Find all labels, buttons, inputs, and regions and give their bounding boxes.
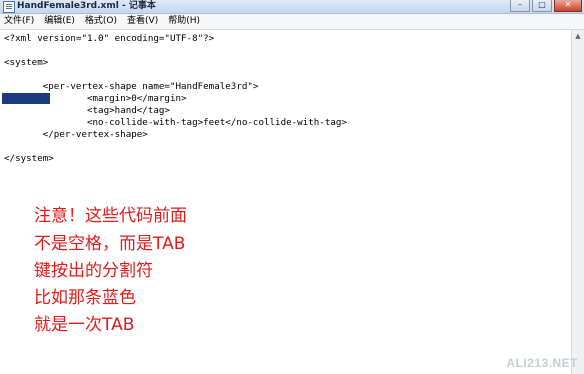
minimize-button[interactable]: – [510, 0, 530, 12]
close-button[interactable]: ✕ [554, 0, 582, 12]
window-controls: – □ ✕ [510, 0, 582, 12]
watermark-logo: ALI213.NET [506, 356, 578, 370]
window-title: HandFemale3rd.xml - 记事本 [17, 1, 156, 11]
code-line: <?xml version="1.0" encoding="UTF-8"?> [4, 33, 215, 44]
annotation-line: 注意！这些代码前面 [34, 206, 187, 226]
annotation-line: 比如那条蓝色 [34, 288, 136, 308]
title-bar: HandFemale3rd.xml - 记事本 – □ ✕ [0, 0, 584, 14]
annotation-line: 键按出的分割符 [34, 261, 153, 281]
menu-view[interactable]: 查看(V) [123, 14, 164, 29]
vertical-scrollbar[interactable]: ▲ [571, 30, 584, 374]
text-editor-area[interactable]: <?xml version="1.0" encoding="UTF-8"?> <… [0, 30, 572, 374]
code-line: <tag>hand</tag> [4, 105, 170, 116]
menu-edit[interactable]: 编辑(E) [40, 14, 81, 29]
menu-bar: 文件(F) 编辑(E) 格式(O) 查看(V) 帮助(H) [0, 14, 584, 30]
menu-format[interactable]: 格式(O) [81, 14, 123, 29]
maximize-button[interactable]: □ [532, 0, 552, 12]
code-line: <margin>0</margin> [4, 93, 187, 104]
scroll-up-icon[interactable]: ▲ [573, 31, 583, 41]
code-line: <per-vertex-shape name="HandFemale3rd"> [4, 81, 259, 92]
annotation-line: 不是空格，而是TAB [34, 234, 186, 254]
code-line: <system> [4, 57, 49, 68]
annotation-line: 就是一次TAB [34, 315, 135, 335]
code-line: <no-collide-with-tag>feet</no-collide-wi… [4, 117, 347, 128]
code-line: </per-vertex-shape> [4, 129, 148, 140]
menu-help[interactable]: 帮助(H) [164, 14, 206, 29]
notepad-icon [3, 1, 15, 13]
menu-file[interactable]: 文件(F) [0, 14, 40, 29]
code-line: </system> [4, 153, 54, 164]
